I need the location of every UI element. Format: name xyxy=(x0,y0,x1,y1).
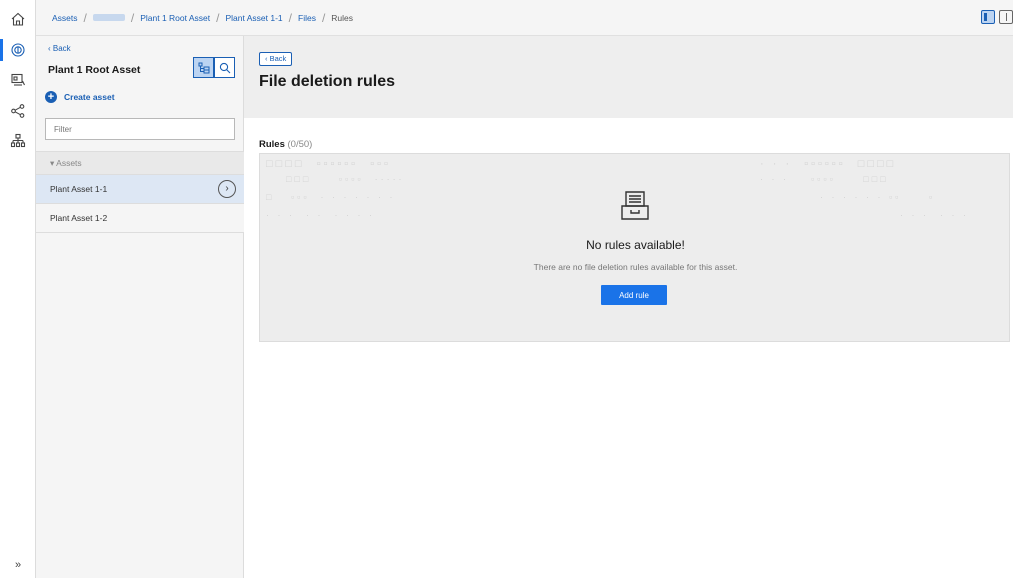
ghost-pattern: · · · · · · · · · xyxy=(266,210,375,220)
rules-count: (0/50) xyxy=(287,139,313,150)
breadcrumb-redacted[interactable] xyxy=(92,14,125,21)
breadcrumb-separator: / xyxy=(130,10,135,25)
tree-view-button[interactable] xyxy=(193,57,214,78)
search-icon[interactable] xyxy=(214,57,235,78)
ghost-pattern: · · · · · · ▫▫ ▫ xyxy=(820,192,936,202)
breadcrumb-assets[interactable]: Assets xyxy=(52,13,78,23)
panel-title: Plant 1 Root Asset xyxy=(48,64,141,76)
ghost-pattern: □□□□ ▫▫▫▫▫▫ ▫▫▫ xyxy=(266,158,391,170)
nav-rail: » xyxy=(0,0,36,578)
ghost-pattern: □□□ ▫▫▫▫ ····· xyxy=(286,174,405,184)
rules-label: Rules xyxy=(259,139,285,150)
breadcrumb-separator: / xyxy=(216,10,220,25)
breadcrumb-rules: Rules xyxy=(331,12,354,23)
add-rule-button[interactable]: Add rule xyxy=(601,285,667,305)
left-panel-layout-icon[interactable] xyxy=(981,10,995,24)
empty-state-subtitle: There are no file deletion rules availab… xyxy=(533,262,738,272)
empty-state-title: No rules available! xyxy=(586,238,685,252)
tree-item-label: Plant Asset 1-1 xyxy=(50,184,108,194)
breadcrumb-plant-asset[interactable]: Plant Asset 1-1 xyxy=(225,13,282,23)
back-button[interactable]: ‹ Back xyxy=(259,52,293,66)
chevron-right-icon[interactable]: › xyxy=(218,180,236,198)
ghost-pattern: · · · ▫▫▫▫ □□□ xyxy=(760,174,889,184)
breadcrumb-root-asset[interactable]: Plant 1 Root Asset xyxy=(140,13,210,23)
right-panel-layout-icon[interactable] xyxy=(999,10,1013,24)
share-icon[interactable] xyxy=(0,98,36,124)
ghost-pattern: · · · · · · xyxy=(900,210,969,220)
ghost-pattern: · · · ▫▫▫▫▫▫ □□□□ xyxy=(760,158,897,170)
ghost-pattern: □ ▫▫▫ · · · · · · · xyxy=(266,192,396,202)
breadcrumb-files[interactable]: Files xyxy=(298,13,316,23)
app-window: » Assets / / Plant 1 Root Asset / Plant … xyxy=(0,0,1013,578)
tree-item-label: Plant Asset 1-2 xyxy=(50,213,108,223)
dashboard-icon[interactable] xyxy=(0,67,36,93)
empty-state: □□□□ ▫▫▫▫▫▫ ▫▫▫ □□□ ▫▫▫▫ ····· □ ▫▫▫ · ·… xyxy=(259,153,1010,342)
expand-rail-button[interactable]: » xyxy=(0,556,36,574)
asset-panel: ‹ Back Plant 1 Root Asset + Create asset… xyxy=(36,36,244,578)
hierarchy-icon[interactable] xyxy=(0,128,36,154)
layout-toggle xyxy=(981,10,1013,24)
rules-heading: Rules (0/50) xyxy=(259,139,312,150)
archive-icon xyxy=(621,191,649,220)
page-header: ‹ Back File deletion rules xyxy=(244,36,1013,118)
breadcrumb-separator: / xyxy=(321,10,326,25)
main-content: ‹ Back File deletion rules Rules (0/50) … xyxy=(244,36,1013,578)
assets-tree-header[interactable]: ▾ Assets xyxy=(36,151,244,175)
breadcrumb: Assets / / Plant 1 Root Asset / Plant As… xyxy=(36,0,1013,36)
breadcrumb-separator: / xyxy=(288,10,292,25)
page-title: File deletion rules xyxy=(259,73,396,90)
tree-item-plant-asset-1-2[interactable]: Plant Asset 1-2 xyxy=(36,204,244,233)
breadcrumb-separator: / xyxy=(83,10,87,25)
panel-back-link[interactable]: ‹ Back xyxy=(48,44,71,53)
filter-input[interactable] xyxy=(45,118,235,140)
panel-tools xyxy=(193,57,235,78)
tree-item-plant-asset-1-1[interactable]: Plant Asset 1-1 › xyxy=(36,175,244,204)
create-asset-button[interactable]: + Create asset xyxy=(45,91,115,103)
asset-icon[interactable] xyxy=(0,37,36,63)
add-icon: + xyxy=(45,91,57,103)
create-asset-label: Create asset xyxy=(64,92,115,102)
home-icon[interactable] xyxy=(0,6,36,32)
